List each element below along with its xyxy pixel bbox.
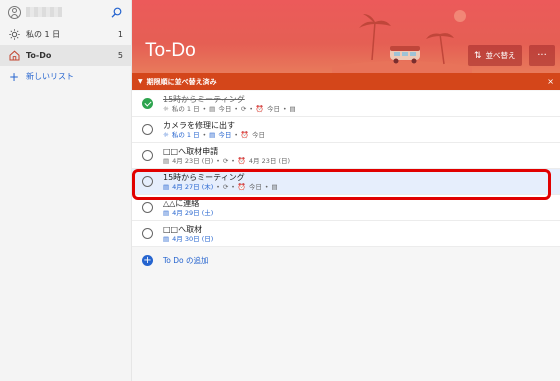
add-task-row[interactable]: + To Do の追加 — [132, 247, 560, 273]
task-title: 15時からミーティング — [163, 172, 245, 182]
task-meta: ☼ 私の 1 日 • ▤ 今日 • ⟳ • ⏰ 今日 • ▤ — [163, 105, 296, 114]
task-title: □□へ取材申請 — [163, 146, 219, 156]
note-icon: ▤ — [271, 182, 278, 191]
task-row[interactable]: □□へ取材申請 ▤ 4月 23日 (日) • ⟳ • ⏰ 4月 23日 (日) — [132, 143, 560, 169]
calendar-icon: ▤ — [163, 182, 170, 191]
task-meta: ☼ 私の 1 日 • ▤ 今日 • ⏰ 今日 — [163, 131, 265, 140]
separator: • — [264, 183, 269, 191]
header-background: To-Do ⇅ 並べ替え ··· — [132, 0, 560, 73]
task-meta-text: 今日 — [218, 130, 232, 139]
separator: • — [231, 157, 235, 165]
task-meta-text: 私の 1 日 — [171, 104, 200, 113]
add-task-input[interactable]: To Do の追加 — [163, 255, 209, 266]
separator: • — [234, 131, 238, 139]
sidebar-item-todo[interactable]: To-Do 5 — [0, 45, 131, 66]
sidebar-item-count: 5 — [117, 51, 123, 60]
sun-icon: ☼ — [163, 130, 169, 139]
sidebar-item-label: To-Do — [26, 51, 52, 60]
task-meta-text: 4月 27日 (木) — [172, 182, 214, 191]
task-meta: ▤ 4月 29日 (土) — [163, 209, 213, 218]
checkbox-icon[interactable] — [142, 176, 153, 187]
task-meta-text: 今日 — [248, 182, 262, 191]
chevron-down-icon[interactable]: ▼ — [138, 78, 143, 85]
sort-button[interactable]: ⇅ 並べ替え — [468, 45, 522, 66]
repeat-icon: ⟳ — [222, 156, 229, 165]
sort-button-label: 並べ替え — [485, 51, 516, 60]
sort-icon: ⇅ — [474, 50, 482, 61]
page-title: To-Do — [145, 40, 196, 61]
close-icon[interactable]: × — [547, 77, 554, 86]
task-meta-text: 4月 23日 (日) — [172, 156, 214, 165]
task-list: 15時からミーティング ☼ 私の 1 日 • ▤ 今日 • ⟳ • ⏰ 今日 •… — [132, 91, 560, 273]
sidebar-item-my-day[interactable]: 私の 1 日 1 — [0, 24, 131, 45]
task-meta: ▤ 4月 23日 (日) • ⟳ • ⏰ 4月 23日 (日) — [163, 157, 290, 166]
separator: • — [282, 105, 287, 113]
separator: • — [216, 157, 220, 165]
sidebar-item-count: 1 — [117, 30, 123, 39]
repeat-icon: ⟳ — [240, 104, 247, 113]
task-meta-text: 今日 — [266, 104, 280, 113]
alarm-icon: ⏰ — [237, 156, 246, 165]
calendar-icon: ▤ — [209, 130, 216, 139]
checkbox-icon[interactable] — [142, 228, 153, 239]
new-list-button[interactable]: + 新しいリスト — [0, 66, 131, 87]
main-panel: To-Do ⇅ 並べ替え ··· ▼ 期限順に並べ替え済み × 15時からミーテ… — [132, 0, 560, 381]
calendar-icon: ▤ — [163, 156, 170, 165]
alarm-icon: ⏰ — [237, 182, 246, 191]
separator: • — [216, 183, 220, 191]
task-meta-text: 今日 — [218, 104, 232, 113]
calendar-icon: ▤ — [209, 104, 216, 113]
task-row[interactable]: □□へ取材 ▤ 4月 30日 (日) — [132, 221, 560, 247]
checkbox-icon[interactable] — [142, 150, 153, 161]
repeat-icon: ⟳ — [222, 182, 229, 191]
task-row[interactable]: 15時からミーティング ☼ 私の 1 日 • ▤ 今日 • ⟳ • ⏰ 今日 •… — [132, 91, 560, 117]
sun-icon — [8, 29, 20, 41]
home-icon — [8, 50, 20, 62]
separator: • — [234, 105, 238, 113]
separator: • — [202, 105, 207, 113]
search-icon[interactable] — [109, 5, 123, 19]
task-meta: ▤ 4月 27日 (木) • ⟳ • ⏰ 今日 • ▤ — [163, 183, 278, 192]
task-title: カメラを修理に出す — [163, 120, 235, 130]
task-row[interactable]: △△に連絡 ▤ 4月 29日 (土) — [132, 195, 560, 221]
plus-icon: + — [142, 254, 153, 266]
task-title: △△に連絡 — [163, 198, 200, 208]
task-meta: ▤ 4月 30日 (日) — [163, 235, 213, 244]
user-name-redacted — [26, 7, 62, 17]
task-row[interactable]: カメラを修理に出す ☼ 私の 1 日 • ▤ 今日 • ⏰ 今日 — [132, 117, 560, 143]
plus-icon: + — [8, 69, 20, 84]
note-icon: ▤ — [289, 104, 296, 113]
calendar-icon: ▤ — [163, 208, 170, 217]
separator: • — [249, 105, 253, 113]
completed-check-icon[interactable] — [142, 98, 153, 109]
separator: • — [231, 183, 235, 191]
sidebar-item-label: 私の 1 日 — [26, 30, 61, 39]
task-meta-text: 今日 — [251, 130, 265, 139]
task-title: 15時からミーティング — [163, 94, 245, 104]
task-meta-text: 私の 1 日 — [171, 130, 200, 139]
task-meta-text: 4月 30日 (日) — [172, 234, 214, 243]
calendar-icon: ▤ — [163, 234, 170, 243]
alarm-icon: ⏰ — [255, 104, 264, 113]
new-list-label: 新しいリスト — [26, 72, 74, 81]
task-meta-text: 4月 29日 (土) — [172, 208, 214, 217]
sidebar: 私の 1 日 1 To-Do 5 + 新しいリスト — [0, 0, 132, 381]
sort-banner-text: 期限順に並べ替え済み — [146, 77, 217, 86]
sun-icon: ☼ — [163, 104, 169, 113]
alarm-icon: ⏰ — [240, 130, 249, 139]
avatar — [8, 5, 21, 19]
task-row-selected[interactable]: 15時からミーティング ▤ 4月 27日 (木) • ⟳ • ⏰ 今日 • ▤ — [132, 169, 560, 195]
checkbox-icon[interactable] — [142, 124, 153, 135]
beach-illustration — [332, 10, 472, 73]
checkbox-icon[interactable] — [142, 202, 153, 213]
task-title: □□へ取材 — [163, 224, 203, 234]
task-meta-text: 4月 23日 (日) — [248, 156, 291, 165]
sort-banner: ▼ 期限順に並べ替え済み × — [132, 73, 560, 90]
more-options-button[interactable]: ··· — [529, 45, 555, 66]
user-row[interactable] — [0, 0, 131, 24]
separator: • — [202, 131, 207, 139]
